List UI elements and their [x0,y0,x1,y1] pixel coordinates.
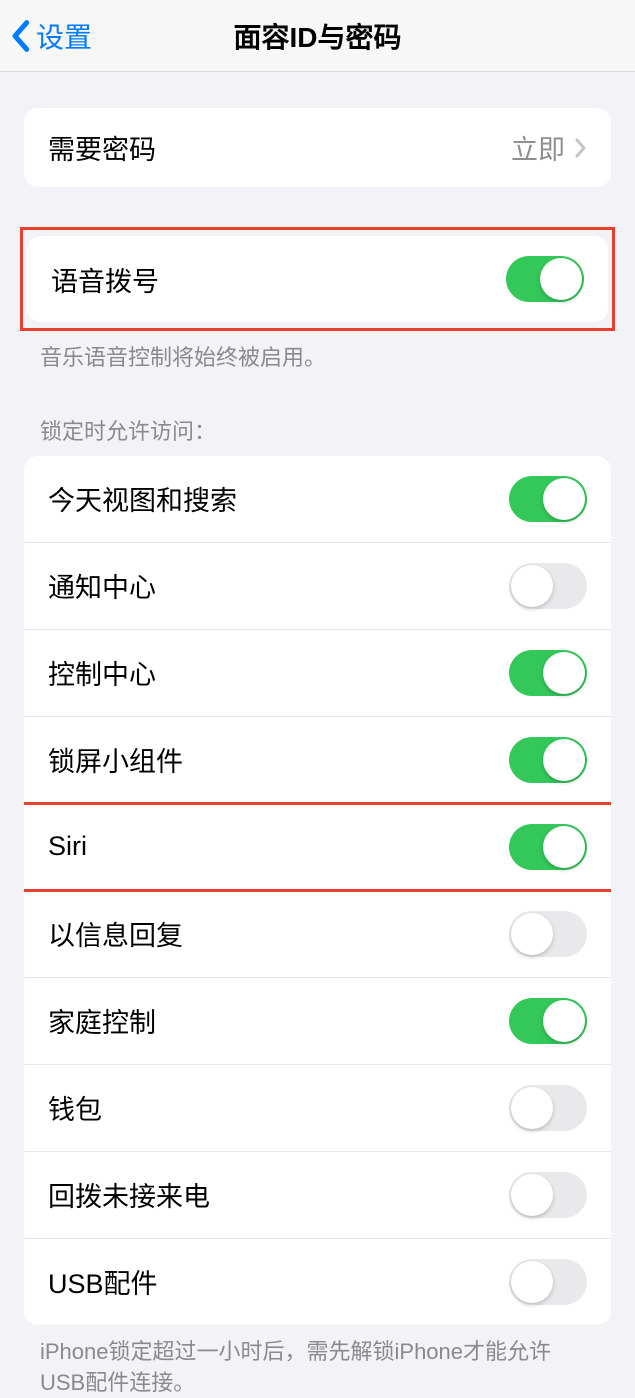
voice-dial-row: 语音拨号 [27,236,608,322]
home-control-toggle[interactable] [509,998,587,1044]
wallet-row: 钱包 [24,1064,611,1151]
reply-message-label: 以信息回复 [48,914,183,953]
control-center-row: 控制中心 [24,629,611,716]
back-button[interactable]: 设置 [0,16,92,56]
usb-footer: iPhone锁定超过一小时后，需先解锁iPhone才能允许USB配件连接。 [0,1325,635,1398]
lock-screen-widgets-row: 锁屏小组件 [24,716,611,803]
require-passcode-group: 需要密码 立即 [24,108,611,187]
highlight-voice-dial: 语音拨号 [20,227,615,331]
reply-message-row: 以信息回复 [24,890,611,977]
today-view-label: 今天视图和搜索 [48,479,237,518]
voice-dial-label: 语音拨号 [51,260,159,299]
return-calls-row: 回拨未接来电 [24,1151,611,1238]
lock-access-group: 今天视图和搜索 通知中心 控制中心 锁屏小组件 Siri 以信息回复 家庭控制 [24,456,611,1325]
wallet-toggle[interactable] [509,1085,587,1131]
chevron-right-icon [575,138,587,158]
require-passcode-row[interactable]: 需要密码 立即 [24,108,611,187]
home-control-row: 家庭控制 [24,977,611,1064]
voice-dial-toggle[interactable] [506,256,584,302]
lock-screen-widgets-label: 锁屏小组件 [48,740,183,779]
lock-access-header: 锁定时允许访问： [0,414,635,456]
require-passcode-value: 立即 [511,128,587,167]
siri-row: Siri [24,803,611,890]
notification-center-toggle[interactable] [509,563,587,609]
voice-dial-footer: 音乐语音控制将始终被启用。 [0,331,635,374]
page-title: 面容ID与密码 [0,16,635,56]
lock-screen-widgets-toggle[interactable] [509,737,587,783]
require-passcode-label: 需要密码 [48,128,156,167]
today-view-toggle[interactable] [509,476,587,522]
siri-label: Siri [48,831,87,862]
back-label: 设置 [36,16,92,56]
return-calls-toggle[interactable] [509,1172,587,1218]
wallet-label: 钱包 [48,1088,102,1127]
home-control-label: 家庭控制 [48,1001,156,1040]
reply-message-toggle[interactable] [509,911,587,957]
today-view-row: 今天视图和搜索 [24,456,611,542]
usb-accessories-toggle[interactable] [509,1259,587,1305]
usb-accessories-row: USB配件 [24,1238,611,1325]
chevron-left-icon [10,19,30,53]
usb-accessories-label: USB配件 [48,1262,158,1301]
control-center-toggle[interactable] [509,650,587,696]
notification-center-row: 通知中心 [24,542,611,629]
siri-toggle[interactable] [509,824,587,870]
navbar: 设置 面容ID与密码 [0,0,635,72]
notification-center-label: 通知中心 [48,566,156,605]
control-center-label: 控制中心 [48,653,156,692]
return-calls-label: 回拨未接来电 [48,1175,210,1214]
